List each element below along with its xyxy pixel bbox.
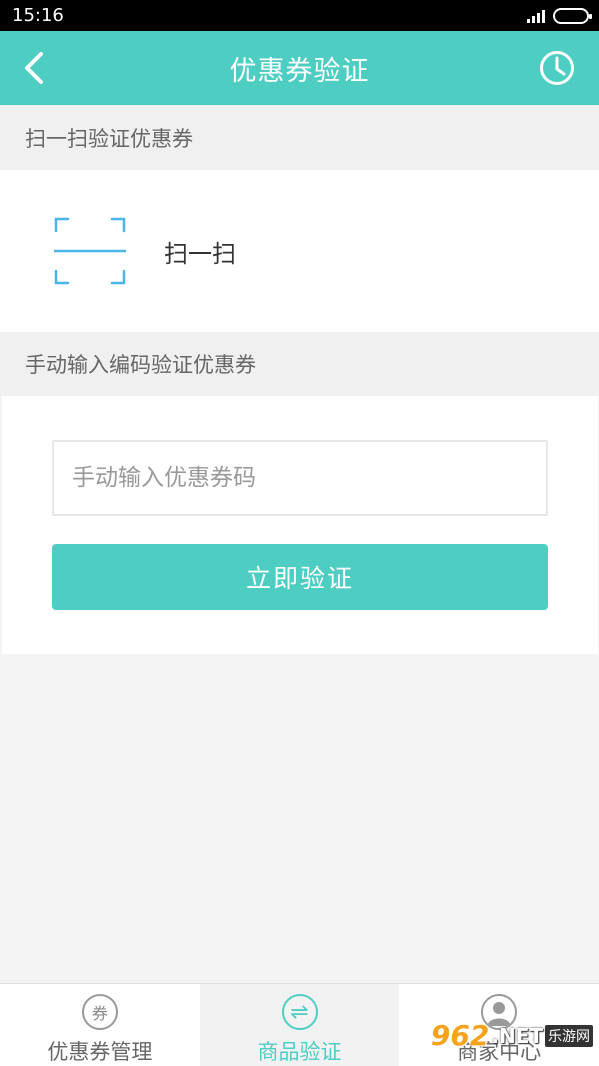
nav-bar: 优惠券验证 [0, 31, 599, 105]
coupon-code-input[interactable] [52, 440, 548, 516]
manual-section-header: 手动输入编码验证优惠券 [0, 332, 599, 396]
chevron-left-icon [25, 52, 43, 84]
scan-icon [54, 217, 126, 285]
coupon-icon: 券 [81, 994, 118, 1030]
tab-label: 优惠券管理 [47, 1040, 153, 1064]
signal-icon [527, 9, 545, 23]
back-button[interactable] [14, 48, 54, 88]
scan-button[interactable]: 扫一扫 [0, 170, 599, 332]
verify-button[interactable]: 立即验证 [52, 544, 548, 610]
tab-label: 商品验证 [257, 1040, 342, 1064]
watermark-site: 乐游网 [545, 1024, 593, 1047]
status-bar: 15:16 [0, 0, 599, 31]
battery-icon [553, 7, 592, 24]
status-indicators [527, 7, 592, 24]
watermark-logo: 962 .NET 乐游网 [431, 1019, 593, 1052]
exchange-icon: ⇌ [281, 994, 318, 1030]
scan-label: 扫一扫 [164, 239, 236, 268]
tab-product-verification[interactable]: ⇌ 商品验证 [199, 984, 400, 1066]
history-button[interactable] [537, 48, 577, 88]
watermark-number: 962 [430, 1019, 490, 1052]
manual-entry-card: 立即验证 [2, 396, 598, 654]
watermark-suffix: .NET [491, 1023, 543, 1048]
bottom-tab-bar: 券 优惠券管理 ⇌ 商品验证 商家中心 962 .NET 乐游网 [0, 983, 599, 1066]
status-time: 15:16 [12, 5, 64, 26]
page-title: 优惠券验证 [229, 55, 370, 87]
scan-section-header: 扫一扫验证优惠券 [0, 105, 599, 170]
clock-icon [540, 51, 574, 85]
tab-coupon-management[interactable]: 券 优惠券管理 [0, 984, 200, 1066]
